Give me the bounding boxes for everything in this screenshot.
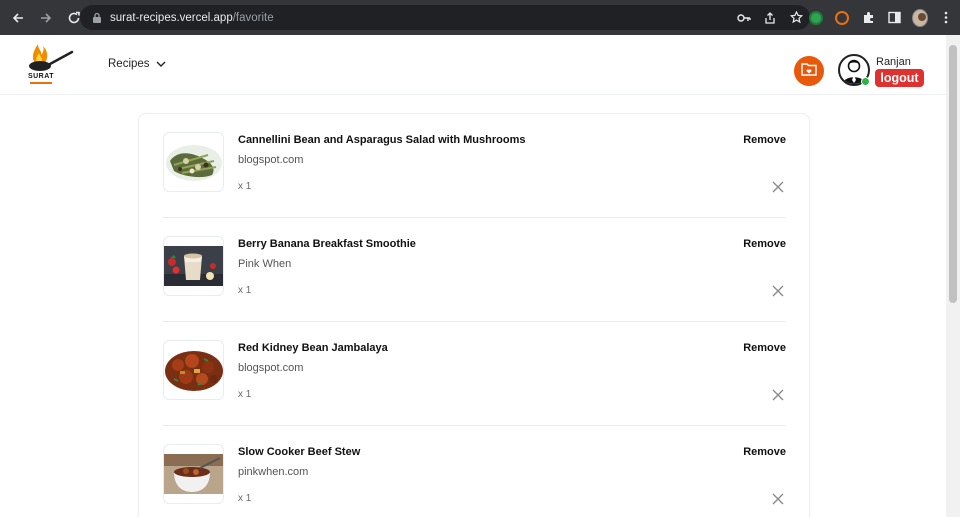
logo-text: SURAT <box>27 73 55 80</box>
recipes-dropdown-label: Recipes <box>108 58 150 70</box>
list-item: Red Kidney Bean Jambalaya blogspot.com x… <box>163 322 786 426</box>
recipe-quantity: x 1 <box>238 285 252 296</box>
recipe-source: Pink When <box>238 258 292 270</box>
recipe-thumbnail[interactable] <box>163 132 224 192</box>
recipe-title[interactable]: Cannellini Bean and Asparagus Salad with… <box>238 134 525 146</box>
recipe-thumbnail[interactable] <box>163 340 224 400</box>
recipe-title[interactable]: Berry Banana Breakfast Smoothie <box>238 238 416 250</box>
recipe-title[interactable]: Red Kidney Bean Jambalaya <box>238 342 388 354</box>
recipe-quantity: x 1 <box>238 493 252 504</box>
lock-icon[interactable] <box>90 11 104 25</box>
browser-toolbar: surat-recipes.vercel.app/favorite <box>0 0 960 35</box>
recipe-thumbnail[interactable] <box>163 236 224 296</box>
extension-green-icon[interactable] <box>808 10 824 26</box>
logo-underline <box>30 82 52 84</box>
back-icon[interactable] <box>6 6 30 30</box>
extension-cookie-icon[interactable] <box>834 10 850 26</box>
logout-button[interactable]: logout <box>875 69 924 87</box>
puzzle-icon[interactable] <box>860 10 876 26</box>
remove-button[interactable]: Remove <box>743 134 786 146</box>
recipe-source: blogspot.com <box>238 362 304 374</box>
close-icon[interactable] <box>772 180 784 193</box>
scrollbar[interactable] <box>946 35 960 517</box>
list-item: Slow Cooker Beef Stew pinkwhen.com x 1 R… <box>163 426 786 517</box>
scrollbar-thumb[interactable] <box>949 45 957 303</box>
remove-button[interactable]: Remove <box>743 342 786 354</box>
recipe-source: pinkwhen.com <box>238 466 309 478</box>
page: SURAT Recipes Ranjan logout Cannellini B… <box>0 35 946 517</box>
chevron-down-icon <box>156 58 166 70</box>
key-icon[interactable] <box>736 10 752 26</box>
online-status-dot <box>861 77 870 86</box>
close-icon[interactable] <box>772 492 784 505</box>
list-item: Berry Banana Breakfast Smoothie Pink Whe… <box>163 218 786 322</box>
star-icon[interactable] <box>788 10 804 26</box>
close-icon[interactable] <box>772 388 784 401</box>
side-panel-icon[interactable] <box>886 10 902 26</box>
site-header: SURAT Recipes Ranjan logout <box>0 35 946 95</box>
recipe-quantity: x 1 <box>238 181 252 192</box>
forward-icon[interactable] <box>34 6 58 30</box>
kebab-menu-icon[interactable] <box>938 10 954 26</box>
user-name: Ranjan <box>876 56 911 68</box>
recipe-quantity: x 1 <box>238 389 252 400</box>
remove-button[interactable]: Remove <box>743 238 786 250</box>
recipe-source: blogspot.com <box>238 154 304 166</box>
favorites-folder-button[interactable] <box>794 56 824 86</box>
recipe-thumbnail[interactable] <box>163 444 224 504</box>
recipes-dropdown[interactable]: Recipes <box>108 58 166 70</box>
folder-heart-icon <box>801 62 817 81</box>
list-item: Cannellini Bean and Asparagus Salad with… <box>163 114 786 218</box>
recipe-title[interactable]: Slow Cooker Beef Stew <box>238 446 360 458</box>
share-icon[interactable] <box>762 10 778 26</box>
favorites-card: Cannellini Bean and Asparagus Salad with… <box>138 113 810 517</box>
address-bar[interactable]: surat-recipes.vercel.app/favorite <box>80 5 810 30</box>
close-icon[interactable] <box>772 284 784 297</box>
profile-icon[interactable] <box>912 8 928 27</box>
url-text: surat-recipes.vercel.app/favorite <box>110 11 274 24</box>
remove-button[interactable]: Remove <box>743 446 786 458</box>
